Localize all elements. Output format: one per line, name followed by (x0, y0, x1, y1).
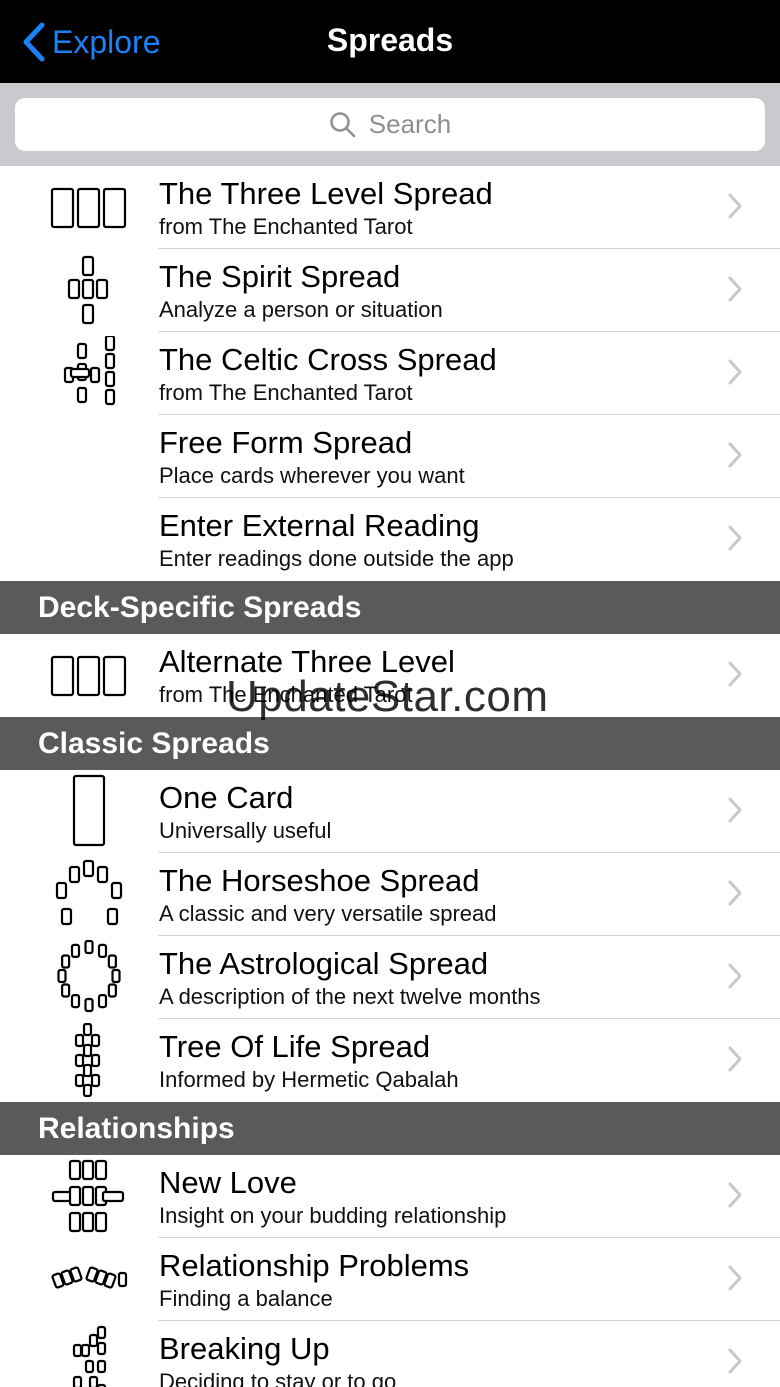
spread-subtitle: A description of the next twelve months (159, 984, 541, 1009)
spread-subtitle: Informed by Hermetic Qabalah (159, 1067, 459, 1092)
chevron-right-icon (728, 359, 742, 385)
spread-row[interactable]: The Celtic Cross Spread from The Enchante… (0, 332, 780, 415)
spread-subtitle: Universally useful (159, 818, 332, 843)
watermark-text: UpdateStar.com (226, 672, 549, 721)
section-header: Classic Spreads (0, 717, 780, 770)
relationship-problems-icon (51, 1266, 128, 1289)
spread-title: The Astrological Spread (159, 946, 489, 981)
tree-of-life-icon (74, 1023, 101, 1098)
spirit-spread-icon (67, 255, 109, 325)
chevron-right-icon (728, 963, 742, 989)
spread-row[interactable]: Tree Of Life Spread Informed by Hermetic … (0, 1019, 780, 1102)
chevron-right-icon (728, 525, 742, 551)
chevron-right-icon (728, 880, 742, 906)
spread-row[interactable]: The Three Level Spread from The Enchanted… (0, 166, 780, 249)
new-love-icon (51, 1159, 125, 1233)
spread-row[interactable]: Free Form Spread Place cards wherever you… (0, 415, 780, 498)
search-placeholder: Search (368, 109, 452, 139)
spread-title: Free Form Spread (159, 425, 413, 460)
spread-title: Tree Of Life Spread (159, 1029, 431, 1064)
chevron-right-icon (728, 276, 742, 302)
spread-title: One Card (159, 780, 294, 815)
page-title: Spreads (326, 22, 454, 58)
spread-title: New Love (159, 1165, 297, 1200)
spread-subtitle: Insight on your budding relationship (159, 1203, 507, 1228)
three-card-row-icon (50, 187, 127, 229)
spread-title: The Horseshoe Spread (159, 863, 480, 898)
spread-subtitle: Deciding to stay or to go (159, 1369, 397, 1387)
three-card-row-icon (50, 655, 127, 697)
section-header: Relationships (0, 1102, 780, 1155)
spread-row[interactable]: One Card Universally useful (0, 770, 780, 853)
search-input[interactable]: Search (15, 98, 765, 151)
spread-subtitle: from The Enchanted Tarot (159, 214, 413, 239)
celtic-cross-icon (63, 336, 116, 406)
navigation-bar: Explore Spreads (0, 0, 780, 83)
spread-subtitle: A classic and very versatile spread (159, 901, 497, 926)
spread-title: The Celtic Cross Spread (159, 342, 497, 377)
spread-subtitle: Place cards wherever you want (159, 463, 465, 488)
spread-subtitle: from The Enchanted Tarot (159, 380, 413, 405)
single-card-icon (72, 774, 106, 847)
spread-row[interactable]: The Horseshoe Spread A classic and very v… (0, 853, 780, 936)
chevron-right-icon (728, 661, 742, 687)
breaking-up-icon (72, 1325, 107, 1387)
spread-subtitle: Finding a balance (159, 1286, 333, 1311)
spread-title: Relationship Problems (159, 1248, 470, 1283)
spread-title: Enter External Reading (159, 508, 480, 543)
chevron-right-icon (728, 1265, 742, 1291)
chevron-right-icon (728, 797, 742, 823)
spread-title: The Three Level Spread (159, 176, 493, 211)
spread-title: The Spirit Spread (159, 259, 401, 294)
chevron-right-icon (728, 1348, 742, 1374)
chevron-right-icon (728, 1046, 742, 1072)
spread-row[interactable]: The Astrological Spread A description of … (0, 936, 780, 1019)
spread-row[interactable]: The Spirit Spread Analyze a person or sit… (0, 249, 780, 332)
spread-row[interactable]: New Love Insight on your budding relation… (0, 1155, 780, 1238)
spread-row[interactable]: Enter External Reading Enter readings don… (0, 498, 780, 581)
spread-subtitle: Enter readings done outside the app (159, 546, 514, 571)
chevron-right-icon (728, 1182, 742, 1208)
spread-row[interactable]: Breaking Up Deciding to stay or to go (0, 1321, 780, 1387)
spread-title: Breaking Up (159, 1331, 330, 1366)
spread-row[interactable]: Relationship Problems Finding a balance (0, 1238, 780, 1321)
chevron-right-icon (728, 442, 742, 468)
search-icon (330, 111, 356, 137)
spread-subtitle: Analyze a person or situation (159, 297, 443, 322)
section-header: Deck-Specific Spreads (0, 581, 780, 634)
search-bar: Search (0, 83, 780, 166)
horseshoe-icon (55, 859, 123, 926)
spread-list: The Three Level Spread from The Enchanted… (0, 166, 780, 1387)
chevron-right-icon (728, 193, 742, 219)
astrological-circle-icon (57, 940, 121, 1013)
